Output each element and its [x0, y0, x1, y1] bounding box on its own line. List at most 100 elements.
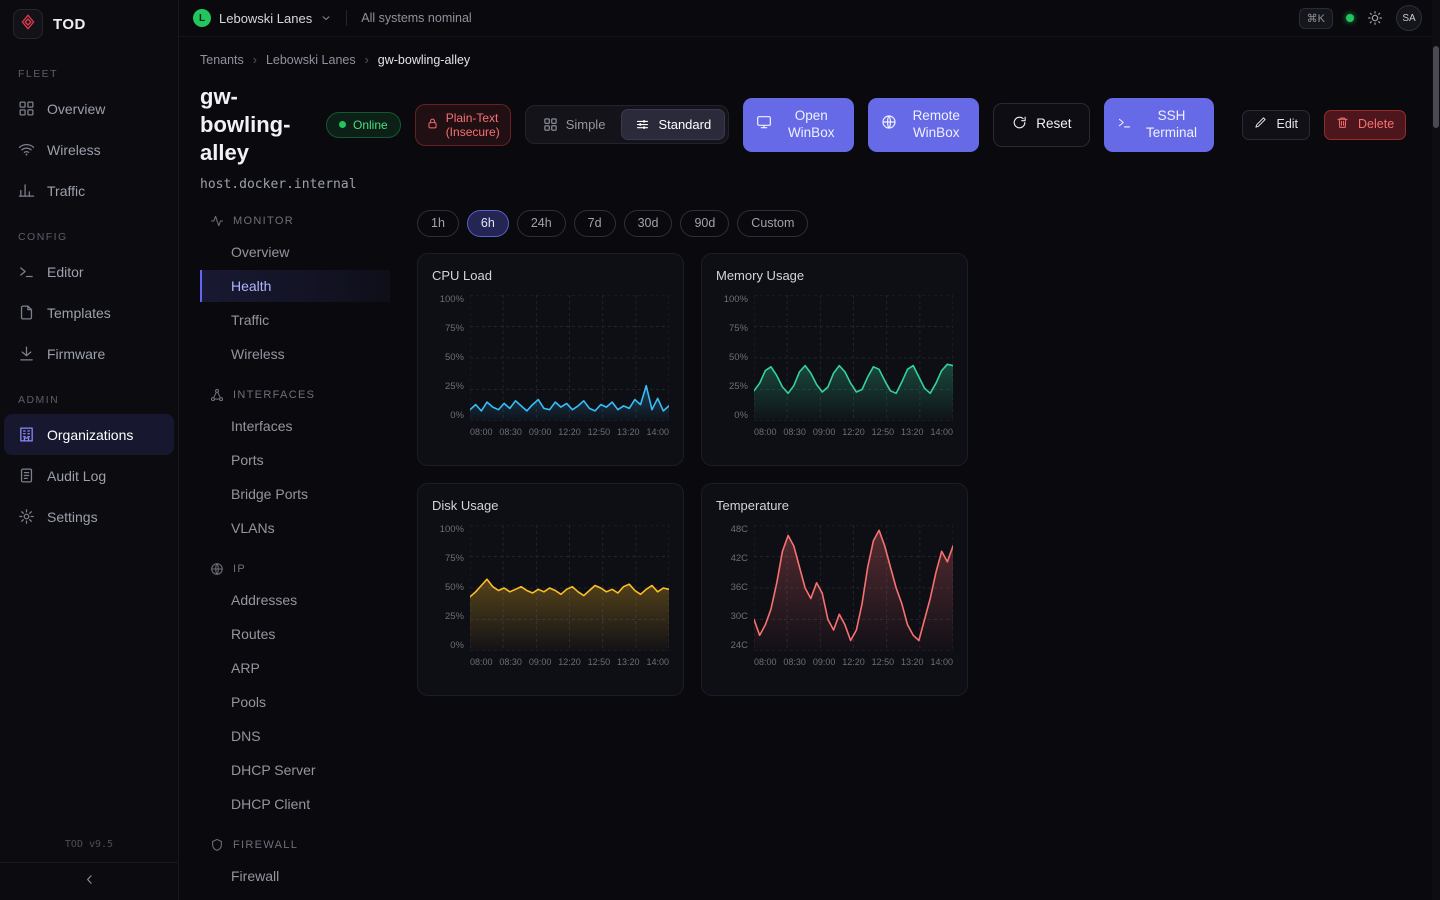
subnav-item-bridge-ports[interactable]: Bridge Ports	[200, 478, 390, 510]
subnav-item-dns[interactable]: DNS	[200, 720, 390, 752]
time-range-6h[interactable]: 6h	[467, 210, 509, 237]
chart-plot-cpu-load	[470, 295, 669, 421]
lock-icon	[426, 117, 439, 130]
edit-button[interactable]: Edit	[1242, 110, 1310, 140]
chart-y-axis: 48C42C36C30C24C	[716, 525, 748, 651]
pencil-icon	[1254, 116, 1267, 134]
building-icon	[18, 426, 35, 443]
monitor-icon	[756, 114, 772, 135]
command-palette-shortcut[interactable]: ⌘K	[1299, 8, 1333, 29]
sidebar-section-label-fleet: FLEET	[18, 68, 160, 80]
edit-label: Edit	[1276, 117, 1298, 133]
charts-section: 1h 6h 24h 7d 30d 90d Custom CPU Load 100%75%50%…	[417, 210, 1416, 900]
device-header: gw-bowling-alley Online Plain-Text (Inse…	[200, 83, 1416, 167]
chart-y-axis: 100%75%50%25%0%	[716, 295, 748, 421]
page-content: Tenants›Lebowski Lanes›gw-bowling-alley …	[179, 37, 1440, 900]
subnav-item-ports[interactable]: Ports	[200, 444, 390, 476]
chart-y-axis: 100%75%50%25%0%	[432, 295, 464, 421]
app-name: TOD	[53, 16, 86, 33]
page-title: gw-bowling-alley	[200, 83, 312, 167]
ssh-terminal-button[interactable]: SSH Terminal	[1104, 98, 1214, 152]
security-warning-label: Plain-Text (Insecure)	[446, 111, 500, 140]
mode-option-standard[interactable]: Standard	[621, 109, 725, 140]
sidebar-item-overview[interactable]: Overview	[4, 88, 174, 129]
subnav-item-interfaces[interactable]: Interfaces	[200, 410, 390, 442]
wifi-icon	[18, 141, 35, 158]
subnav-item-overview[interactable]: Overview	[200, 236, 390, 268]
page-scrollbar[interactable]	[1432, 0, 1440, 900]
scrollbar-thumb[interactable]	[1433, 46, 1439, 128]
ssh-terminal-label: SSH Terminal	[1141, 108, 1201, 142]
chevron-down-icon	[320, 12, 332, 24]
main-area: L Lebowski Lanes All systems nominal ⌘K …	[179, 0, 1440, 900]
chart-title: CPU Load	[432, 268, 669, 283]
subnav-item-vlans[interactable]: VLANs	[200, 512, 390, 544]
remote-winbox-label: Remote WinBox	[906, 108, 966, 142]
sidebar-item-label: Traffic	[47, 183, 85, 199]
delete-label: Delete	[1358, 117, 1394, 133]
globe-icon	[881, 114, 897, 135]
sidebar-item-audit-log[interactable]: Audit Log	[4, 455, 174, 496]
subnav-item-mangle[interactable]: Mangle	[200, 894, 390, 900]
theme-toggle-button[interactable]	[1367, 10, 1383, 26]
breadcrumb-item-tenants[interactable]: Tenants	[200, 53, 244, 67]
sidebar-item-traffic[interactable]: Traffic	[4, 170, 174, 211]
subnav-item-dhcp-server[interactable]: DHCP Server	[200, 754, 390, 786]
sidebar-item-editor[interactable]: Editor	[4, 251, 174, 292]
mode-label: Standard	[658, 117, 711, 132]
reset-button[interactable]: Reset	[993, 103, 1090, 147]
status-badge-online: Online	[326, 112, 401, 138]
sidebar-item-settings[interactable]: Settings	[4, 496, 174, 537]
chart-title: Memory Usage	[716, 268, 953, 283]
subnav-item-health[interactable]: Health	[200, 270, 390, 302]
sidebar-item-organizations[interactable]: Organizations	[4, 414, 174, 455]
breadcrumb-item-gw-bowling-alley: gw-bowling-alley	[378, 53, 470, 67]
mode-option-simple[interactable]: Simple	[529, 109, 620, 140]
grid-icon	[543, 117, 558, 132]
chevron-down-icon	[320, 12, 332, 24]
tenant-name: Lebowski Lanes	[219, 11, 312, 26]
breadcrumb-item-lebowski-lanes[interactable]: Lebowski Lanes	[266, 53, 356, 67]
chart-x-axis: 08:0008:3009:0012:2012:5013:2014:00	[470, 427, 669, 437]
time-range-picker: 1h 6h 24h 7d 30d 90d Custom	[417, 210, 1416, 237]
time-range-1h[interactable]: 1h	[417, 210, 459, 237]
sidebar-item-label: Templates	[47, 305, 111, 321]
user-avatar[interactable]: SA	[1396, 5, 1422, 31]
chart-card-disk-usage: Disk Usage100%75%50%25%0%08:0008:3009:00…	[417, 483, 684, 696]
time-range-24h[interactable]: 24h	[517, 210, 566, 237]
remote-winbox-button[interactable]: Remote WinBox	[868, 98, 979, 152]
subnav-item-dhcp-client[interactable]: DHCP Client	[200, 788, 390, 820]
globe-icon	[881, 114, 897, 130]
sidebar-item-label: Audit Log	[47, 468, 106, 484]
sidebar-collapse-button[interactable]	[0, 862, 178, 900]
sidebar-item-templates[interactable]: Templates	[4, 292, 174, 333]
reset-label: Reset	[1036, 116, 1071, 133]
status-badge-label: Online	[353, 118, 388, 132]
tenant-switcher[interactable]: L Lebowski Lanes	[193, 9, 332, 27]
device-subnav: MONITOROverviewHealthTrafficWirelessINTE…	[200, 210, 390, 900]
clipboard-icon	[18, 467, 35, 484]
time-range-custom[interactable]: Custom	[737, 210, 808, 237]
chart-title: Disk Usage	[432, 498, 669, 513]
subnav-item-traffic[interactable]: Traffic	[200, 304, 390, 336]
subnav-item-addresses[interactable]: Addresses	[200, 584, 390, 616]
sun-icon	[1367, 10, 1383, 26]
subnav-section-firewall: FIREWALL	[200, 838, 390, 852]
subnav-item-routes[interactable]: Routes	[200, 618, 390, 650]
sidebar-item-wireless[interactable]: Wireless	[4, 129, 174, 170]
sidebar-item-firmware[interactable]: Firmware	[4, 333, 174, 374]
subnav-item-arp[interactable]: ARP	[200, 652, 390, 684]
time-range-30d[interactable]: 30d	[624, 210, 673, 237]
subnav-item-firewall[interactable]: Firewall	[200, 860, 390, 892]
open-winbox-button[interactable]: Open WinBox	[743, 98, 854, 152]
globe-icon	[210, 562, 224, 576]
shield-icon	[210, 838, 224, 852]
delete-button[interactable]: Delete	[1324, 110, 1406, 140]
subnav-item-pools[interactable]: Pools	[200, 686, 390, 718]
chart-x-axis: 08:0008:3009:0012:2012:5013:2014:00	[754, 657, 953, 667]
subnav-item-wireless[interactable]: Wireless	[200, 338, 390, 370]
chevron-left-icon	[82, 872, 97, 892]
time-range-90d[interactable]: 90d	[680, 210, 729, 237]
time-range-7d[interactable]: 7d	[574, 210, 616, 237]
diamond-logo-icon	[19, 13, 37, 36]
